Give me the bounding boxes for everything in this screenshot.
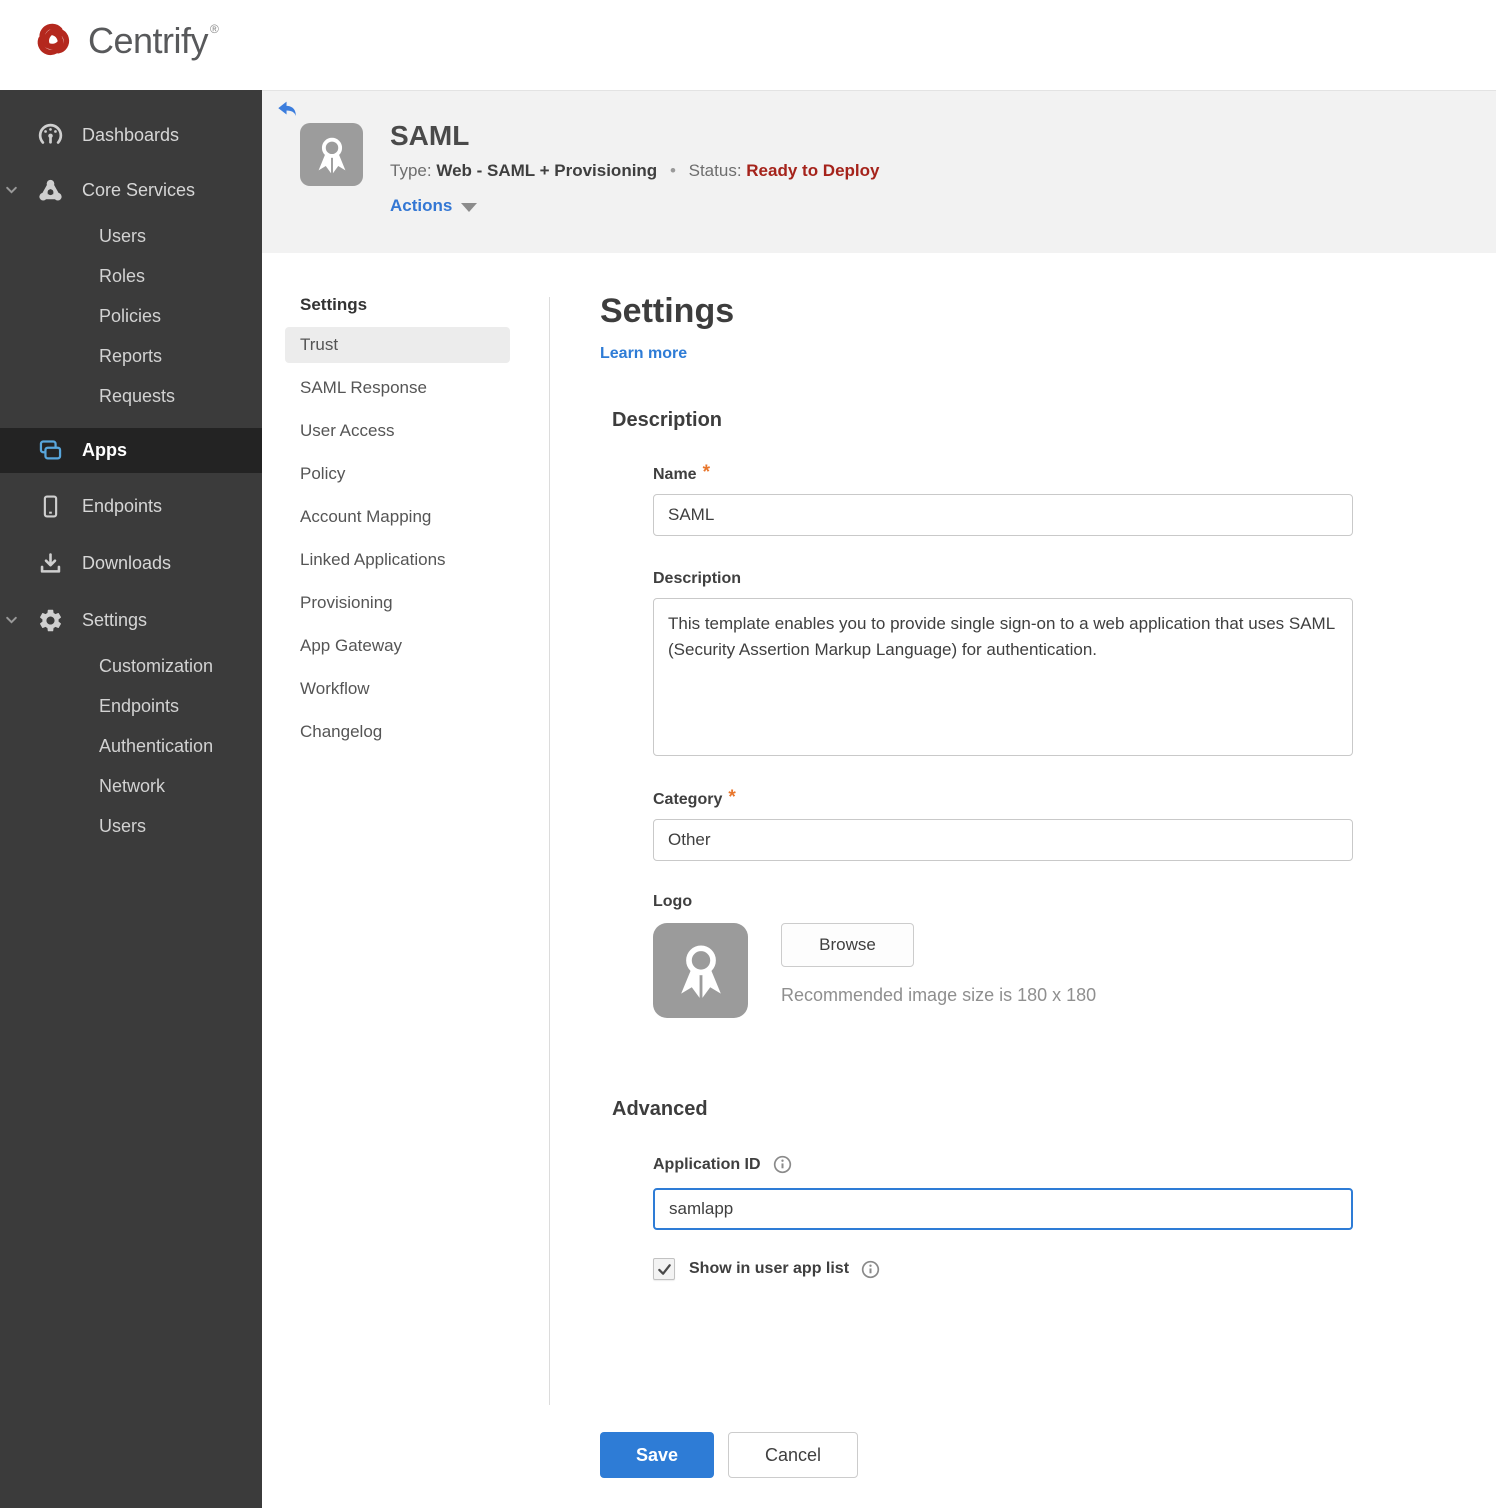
logo-hint: Recommended image size is 180 x 180 — [781, 985, 1097, 1005]
name-label: Name * — [653, 462, 710, 483]
subnav-item-provisioning[interactable]: Provisioning — [285, 585, 510, 621]
sidebar-item-apps[interactable]: Apps — [0, 428, 262, 473]
app-header: SAML Type: Web - SAML + Provisioning • S… — [262, 90, 1496, 253]
status-label: Status: — [688, 161, 742, 180]
description-section-heading: Description — [612, 409, 723, 431]
sidebar-item-users[interactable]: Users — [0, 216, 262, 256]
brand: Centrify ® — [26, 12, 219, 70]
settings-subnav: Settings Trust SAML Response User Access… — [285, 295, 510, 757]
subnav-item-linked-applications[interactable]: Linked Applications — [285, 542, 510, 578]
brand-name: Centrify — [88, 20, 209, 61]
ribbon-icon — [667, 937, 735, 1005]
sidebar-item-endpoints[interactable]: Endpoints — [0, 482, 262, 530]
subnav-item-user-access[interactable]: User Access — [285, 413, 510, 449]
show-in-user-app-list-label: Show in user app list — [689, 1260, 850, 1277]
core-services-icon — [36, 177, 64, 204]
description-label: Description — [653, 570, 742, 587]
sidebar-item-settings[interactable]: Settings — [0, 596, 262, 644]
back-arrow-icon[interactable] — [276, 98, 298, 120]
phone-icon — [36, 493, 64, 520]
apps-icon — [36, 437, 64, 464]
core-services-submenu: Users Roles Policies Reports Requests — [0, 214, 262, 416]
advanced-section-heading: Advanced — [612, 1098, 708, 1120]
description-textarea[interactable]: This template enables you to provide sin… — [653, 598, 1353, 756]
subnav-item-app-gateway[interactable]: App Gateway — [285, 628, 510, 664]
browse-button[interactable]: Browse — [781, 923, 914, 967]
status-badge: Ready to Deploy — [746, 161, 880, 180]
meta-separator: • — [669, 161, 676, 180]
type-label: Type: — [390, 161, 432, 180]
logo-preview — [653, 923, 748, 1018]
sidebar-item-label: Endpoints — [82, 495, 163, 516]
sidebar-item-core-services[interactable]: Core Services — [0, 166, 262, 214]
centrify-logo-icon — [26, 12, 80, 70]
application-id-label: Application ID — [653, 1155, 1360, 1174]
sidebar-item-label: Dashboards — [82, 124, 180, 145]
app-logo-tile — [300, 123, 363, 186]
subnav-item-saml-response[interactable]: SAML Response — [285, 370, 510, 406]
sidebar-item-customization[interactable]: Customization — [0, 646, 262, 686]
name-input[interactable] — [653, 494, 1353, 536]
sidebar-item-label: Settings — [82, 609, 148, 630]
subnav-item-trust[interactable]: Trust — [285, 327, 510, 363]
sidebar-item-reports[interactable]: Reports — [0, 336, 262, 376]
app-meta: Type: Web - SAML + Provisioning • Status… — [390, 161, 879, 181]
subnav-heading: Settings — [300, 295, 368, 314]
sidebar-item-requests[interactable]: Requests — [0, 376, 262, 416]
required-marker: * — [728, 787, 736, 808]
subnav-item-policy[interactable]: Policy — [285, 456, 510, 492]
subnav-item-changelog[interactable]: Changelog — [285, 714, 510, 750]
sidebar-item-dashboards[interactable]: Dashboards — [0, 111, 262, 159]
brand-trademark: ® — [210, 22, 219, 36]
page: Centrify ® Dashboards Core Services User… — [0, 0, 1496, 1508]
chevron-down-icon — [5, 184, 18, 197]
chevron-down-icon — [5, 614, 18, 627]
sidebar-item-roles[interactable]: Roles — [0, 256, 262, 296]
sidebar-item-label: Downloads — [82, 552, 172, 573]
learn-more-link[interactable]: Learn more — [600, 345, 687, 363]
gear-icon — [36, 607, 64, 634]
show-in-user-app-list-checkbox[interactable] — [653, 1258, 675, 1280]
topbar: Centrify ® — [0, 0, 1496, 90]
vertical-divider — [549, 297, 550, 1405]
main-content: Settings Learn more Description Name * D… — [600, 292, 1360, 1478]
download-icon — [36, 550, 64, 577]
sidebar-item-endpoints-settings[interactable]: Endpoints — [0, 686, 262, 726]
subnav-item-account-mapping[interactable]: Account Mapping — [285, 499, 510, 535]
info-icon[interactable] — [773, 1155, 792, 1174]
app-title: SAML — [390, 120, 470, 151]
category-label: Category * — [653, 787, 736, 808]
subnav-item-workflow[interactable]: Workflow — [285, 671, 510, 707]
sidebar-item-downloads[interactable]: Downloads — [0, 539, 262, 587]
save-button[interactable]: Save — [600, 1432, 714, 1478]
ribbon-icon — [309, 132, 355, 178]
sidebar-item-network[interactable]: Network — [0, 766, 262, 806]
sidebar-item-label: Core Services — [82, 179, 196, 200]
caret-down-icon — [461, 202, 478, 212]
actions-label: Actions — [390, 196, 453, 215]
application-id-input[interactable] — [653, 1188, 1353, 1230]
actions-dropdown[interactable]: Actions — [390, 196, 879, 216]
check-icon — [657, 1262, 672, 1277]
sidebar-item-authentication[interactable]: Authentication — [0, 726, 262, 766]
sidebar-item-policies[interactable]: Policies — [0, 296, 262, 336]
cancel-button[interactable]: Cancel — [728, 1432, 858, 1478]
info-icon[interactable] — [861, 1260, 880, 1279]
type-value: Web - SAML + Provisioning — [436, 161, 658, 180]
settings-submenu: Customization Endpoints Authentication N… — [0, 644, 262, 846]
required-marker: * — [702, 462, 710, 483]
logo-label: Logo — [653, 893, 693, 910]
sidebar-item-users-settings[interactable]: Users — [0, 806, 262, 846]
sidebar: Dashboards Core Services Users Roles Pol… — [0, 90, 262, 1508]
page-title: Settings — [600, 292, 735, 330]
sidebar-item-label: Apps — [82, 440, 127, 460]
gauge-icon — [36, 122, 64, 149]
category-input[interactable] — [653, 819, 1353, 861]
